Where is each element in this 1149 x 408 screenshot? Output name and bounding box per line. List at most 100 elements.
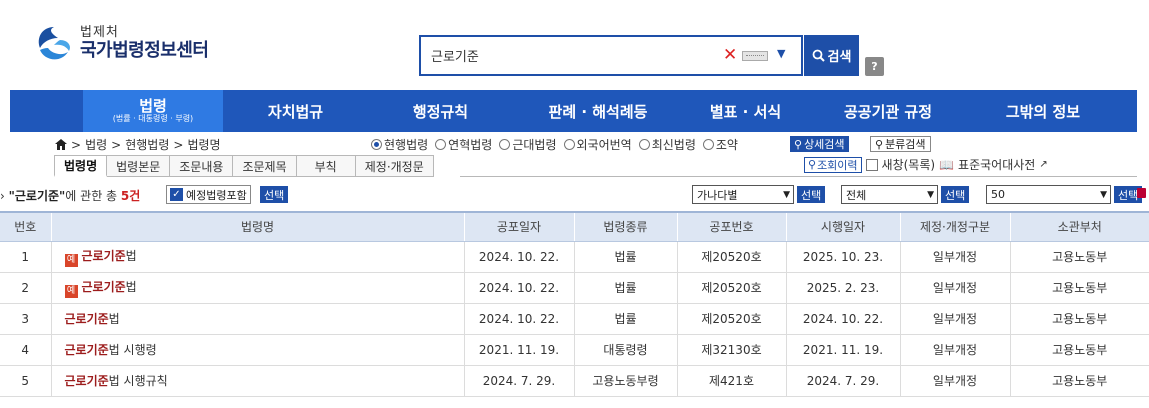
cell-department: 고용노동부: [1010, 365, 1149, 397]
cell-law-name[interactable]: 근로기준법: [51, 303, 465, 335]
classified-search-button[interactable]: ⚲ 분류검색: [870, 136, 931, 152]
law-name-keyword[interactable]: 근로기준: [65, 374, 109, 388]
law-name-rest[interactable]: 법: [126, 249, 137, 263]
radio-treaties[interactable]: 조약: [702, 136, 738, 153]
keyboard-icon[interactable]: [742, 51, 768, 61]
help-button[interactable]: ?: [865, 57, 884, 76]
cell-law-name[interactable]: 근로기준법 시행령: [51, 334, 465, 366]
tab-article-content[interactable]: 조문내용: [170, 155, 234, 177]
cell-law-name[interactable]: 예 근로기준법: [51, 241, 465, 273]
law-name-keyword[interactable]: 근로기준: [65, 312, 109, 326]
law-name-keyword[interactable]: 근로기준: [82, 249, 126, 263]
nav-item-admin-rules[interactable]: 행정규칙: [368, 90, 513, 132]
cell-promulgation-date: 2024. 10. 22.: [464, 272, 575, 304]
breadcrumb-item[interactable]: 법령명: [187, 136, 220, 153]
col-header-no[interactable]: 번호: [0, 211, 52, 242]
col-header-law-type[interactable]: 법령종류: [574, 211, 678, 242]
col-header-effective-date[interactable]: 시행일자: [786, 211, 901, 242]
radio-dot[interactable]: [499, 139, 511, 150]
cell-department: 고용노동부: [1010, 241, 1149, 273]
scope-select-button[interactable]: 선택: [941, 186, 970, 203]
external-link-icon: ↗: [1039, 159, 1048, 170]
radio-label: 연혁법령: [448, 138, 493, 152]
law-name-rest[interactable]: 법: [126, 280, 137, 294]
col-header-promulgation-date[interactable]: 공포일자: [464, 211, 575, 242]
chevron-down-icon: ▼: [927, 190, 934, 200]
nav-item-laws[interactable]: 법령 (법률 · 대통령령 · 부령): [83, 90, 223, 132]
cell-department: 고용노동부: [1010, 334, 1149, 366]
cell-effective-date: 2025. 2. 23.: [786, 272, 901, 304]
sort-select[interactable]: 가나다별 ▼: [692, 185, 794, 204]
radio-history-laws[interactable]: 연혁법령: [435, 136, 492, 153]
cell-law-type: 대통령령: [574, 334, 678, 366]
table-row: 4 근로기준법 시행령 2021. 11. 19. 대통령령 제32130호 2…: [0, 334, 1149, 366]
new-window-checkbox[interactable]: [865, 158, 878, 171]
radio-foreign-translation[interactable]: 외국어번역: [563, 136, 632, 153]
search-button[interactable]: 검색: [804, 35, 859, 76]
dropdown-arrow-icon[interactable]: ▼: [777, 47, 785, 60]
cell-law-name[interactable]: 근로기준법 시행규칙: [51, 365, 465, 397]
advanced-search-button[interactable]: ⚲ 상세검색: [790, 136, 849, 152]
page-size-select[interactable]: 50 ▼: [986, 185, 1111, 204]
law-name-keyword[interactable]: 근로기준: [65, 343, 109, 357]
cell-promulgation-no: 제32130호: [677, 334, 787, 366]
check-icon[interactable]: ✓: [170, 188, 183, 201]
law-name-rest[interactable]: 법 시행령: [109, 343, 157, 357]
nav-item-precedents[interactable]: 판례 · 해석례등: [513, 90, 683, 132]
site-logo[interactable]: 법제처 국가법령정보센터: [34, 24, 209, 64]
radio-dot[interactable]: [638, 139, 650, 150]
cell-no: 4: [0, 334, 52, 366]
radio-latest-laws[interactable]: 최신법령: [638, 136, 696, 153]
radio-current-laws[interactable]: 현행법령: [371, 136, 428, 153]
logo-subtitle: 법제처: [80, 25, 119, 41]
cell-department: 고용노동부: [1010, 303, 1149, 335]
breadcrumb-item[interactable]: 법령: [85, 136, 107, 153]
radio-dot[interactable]: [371, 139, 382, 150]
law-name-rest[interactable]: 법 시행규칙: [109, 374, 168, 388]
clear-icon[interactable]: ✕: [723, 45, 737, 65]
radio-dot[interactable]: [563, 139, 575, 150]
cell-promulgation-date: 2024. 10. 22.: [464, 303, 575, 335]
home-icon[interactable]: [55, 139, 67, 150]
radio-dot[interactable]: [702, 139, 714, 150]
nav-sublabel: (법률 · 대통령령 · 부령): [112, 114, 194, 124]
tabs-divider: [460, 176, 1137, 177]
sort-select-button[interactable]: 선택: [797, 186, 826, 203]
nav-item-other-info[interactable]: 그밖의 정보: [968, 90, 1118, 132]
col-header-department[interactable]: 소관부처: [1010, 211, 1149, 242]
cell-revision-type: 일부개정: [900, 365, 1011, 397]
col-header-revision-type[interactable]: 제정·개정구분: [900, 211, 1011, 242]
history-search-icon: ⚲: [808, 158, 817, 171]
law-name-keyword[interactable]: 근로기준: [82, 280, 126, 294]
save-icon[interactable]: [1137, 188, 1146, 198]
tab-law-body[interactable]: 법령본문: [107, 155, 171, 177]
tab-supplementary[interactable]: 부칙: [296, 155, 356, 177]
results-table: 번호 법령명 공포일자 법령종류 공포번호 시행일자 제정·개정구분 소관부처 …: [0, 211, 1149, 397]
col-header-law-name[interactable]: 법령명: [51, 211, 465, 242]
col-header-promulgation-no[interactable]: 공포번호: [677, 211, 787, 242]
cell-law-name[interactable]: 예 근로기준법: [51, 272, 465, 304]
include-planned-box[interactable]: ✓ 예정법령포함: [166, 185, 251, 204]
nav-item-forms[interactable]: 별표 · 서식: [683, 90, 808, 132]
dictionary-link[interactable]: 표준국어대사전: [958, 156, 1035, 173]
cell-revision-type: 일부개정: [900, 272, 1011, 304]
radio-label: 최신법령: [651, 138, 696, 152]
include-select-button[interactable]: 선택: [260, 186, 289, 203]
search-input[interactable]: [431, 48, 711, 63]
tab-law-name[interactable]: 법령명: [54, 155, 108, 177]
table-row: 3 근로기준법 2024. 10. 22. 법률 제20520호 2024. 1…: [0, 303, 1149, 335]
history-button[interactable]: ⚲ 조회이력: [804, 156, 862, 173]
nav-item-local-laws[interactable]: 자치법규: [223, 90, 368, 132]
law-name-rest[interactable]: 법: [109, 312, 120, 326]
cell-revision-type: 일부개정: [900, 303, 1011, 335]
nav-item-public-rules[interactable]: 공공기관 규정: [808, 90, 968, 132]
tab-enactment[interactable]: 제정·개정문: [355, 155, 434, 177]
breadcrumb-separator: >: [111, 137, 122, 152]
advanced-search-label: 상세검색: [804, 138, 845, 151]
radio-modern-laws[interactable]: 근대법령: [499, 136, 557, 153]
tab-article-title[interactable]: 조문제목: [233, 155, 297, 177]
cell-promulgation-date: 2024. 10. 22.: [464, 241, 575, 273]
scope-select[interactable]: 전체 ▼: [841, 185, 938, 204]
breadcrumb-item[interactable]: 현행법령: [125, 136, 169, 153]
radio-dot[interactable]: [435, 139, 447, 150]
